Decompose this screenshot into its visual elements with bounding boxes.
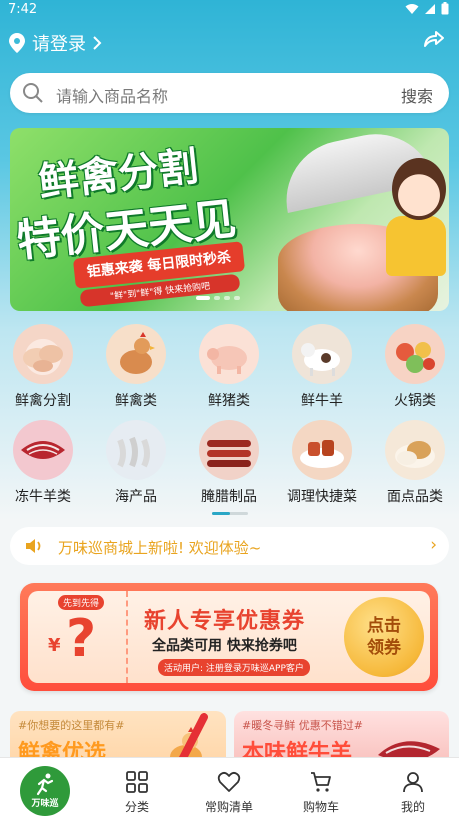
cart-icon — [311, 772, 331, 792]
promo-tagline: #暖冬寻鲜 优惠不错过# — [242, 719, 363, 732]
search-icon — [23, 83, 43, 103]
search-input[interactable]: 请输入商品名称 搜索 — [10, 73, 449, 113]
tab-label: 我的 — [400, 800, 425, 814]
category-page-indicator — [212, 512, 248, 515]
banner-dot — [234, 296, 240, 300]
chicken-parts-icon — [13, 324, 73, 384]
category-item-fresh-pork[interactable]: 鲜猪类 — [187, 324, 271, 410]
signal-icon — [425, 3, 435, 14]
location-pin-icon — [9, 33, 25, 53]
status-icons — [405, 2, 449, 15]
claim-coupon-label: 点击 领券 — [356, 615, 412, 659]
category-label: 鲜牛羊 — [301, 393, 343, 409]
category-label: 面点品类 — [387, 489, 443, 505]
login-text: 请登录 — [32, 34, 86, 55]
status-bar: 7:42 — [0, 0, 459, 20]
tab-favorites[interactable]: 常购清单 — [183, 758, 275, 819]
person-icon — [403, 772, 423, 793]
category-label: 腌腊制品 — [201, 489, 257, 505]
running-person-logo-icon — [36, 773, 54, 796]
chevron-right-icon — [93, 36, 102, 50]
coupon-note: 活动用户: 注册登录万味巡APP客户 — [158, 659, 310, 676]
claim-coupon-button[interactable]: 点击 领券 — [344, 597, 424, 677]
tab-cart[interactable]: 购物车 — [275, 758, 367, 819]
speaker-icon — [26, 539, 41, 553]
category-item-hotpot[interactable]: 火锅类 — [373, 324, 457, 410]
announcement-bar[interactable]: 万味巡商城上新啦! 欢迎体验~ › — [10, 527, 449, 565]
share-icon — [424, 31, 444, 47]
category-item-fresh-poultry-parts[interactable]: 鲜禽分割 — [1, 324, 85, 410]
claim-coupon-line1: 点击 — [367, 616, 401, 636]
category-label: 鲜猪类 — [208, 393, 250, 409]
coupon-title: 新人专享优惠券 — [144, 609, 306, 634]
home-logo-label: 万味巡 — [31, 799, 59, 809]
banner-dot-active — [196, 296, 210, 300]
top-bar: 请登录 — [0, 24, 459, 58]
announcement-text: 万味巡商城上新啦! 欢迎体验~ — [58, 539, 262, 557]
coupon-value-area: 先到先得 ¥ ? — [28, 591, 128, 683]
girl-illustration-head — [392, 158, 446, 220]
shrimp-icon — [106, 420, 166, 480]
category-label: 鲜禽类 — [115, 393, 157, 409]
battery-icon — [441, 2, 449, 15]
category-label: 海产品 — [115, 489, 157, 505]
pig-icon — [199, 324, 259, 384]
coupon-mystery-value: ? — [66, 609, 97, 669]
tab-category[interactable]: 分类 — [91, 758, 183, 819]
status-time: 7:42 — [8, 2, 38, 17]
tab-label: 分类 — [124, 800, 149, 814]
banner-dot — [214, 296, 220, 300]
banner-dot — [224, 296, 230, 300]
prepared-dish-icon — [292, 420, 352, 480]
promo-banner[interactable]: 鲜禽分割 特价天天见 钜惠来袭 每日限时秒杀 "鲜"到"鲜"得 快来抢购吧 — [10, 128, 449, 311]
hotpot-icon — [385, 324, 445, 384]
claim-coupon-line2: 领券 — [367, 638, 401, 658]
category-item-fresh-poultry[interactable]: 鲜禽类 — [94, 324, 178, 410]
coupon-inner: 先到先得 ¥ ? 新人专享优惠券 全品类可用 快来抢券吧 活动用户: 注册登录万… — [28, 591, 430, 683]
tab-label: 购物车 — [302, 800, 339, 814]
girl-illustration-body — [386, 216, 446, 276]
frozen-meat-icon — [13, 420, 73, 480]
promo-tagline: #你想要的这里都有# — [18, 719, 125, 732]
category-item-pastry[interactable]: 面点品类 — [373, 420, 457, 506]
tab-profile[interactable]: 我的 — [367, 758, 459, 819]
chicken-icon — [106, 324, 166, 384]
banner-pagination — [196, 296, 240, 300]
login-location-button[interactable]: 请登录 — [8, 30, 102, 56]
pastry-icon — [385, 420, 445, 480]
coupon-subtitle: 全品类可用 快来抢券吧 — [152, 638, 297, 654]
search-button[interactable]: 搜索 — [401, 83, 433, 107]
heart-icon — [217, 771, 241, 792]
category-item-prepared-dishes[interactable]: 调理快捷菜 — [280, 420, 364, 506]
category-label: 火锅类 — [394, 393, 436, 409]
cattle-icon — [292, 324, 352, 384]
category-label: 冻牛羊类 — [15, 489, 71, 505]
chevron-right-icon: › — [430, 535, 437, 555]
category-item-fresh-beef-lamb[interactable]: 鲜牛羊 — [280, 324, 364, 410]
category-item-cured-meats[interactable]: 腌腊制品 — [187, 420, 271, 506]
category-grid-icon — [126, 771, 148, 793]
category-item-frozen-beef-lamb[interactable]: 冻牛羊类 — [1, 420, 85, 506]
tab-label: 常购清单 — [204, 800, 253, 814]
search-placeholder: 请输入商品名称 — [56, 87, 169, 106]
sausage-icon — [199, 420, 259, 480]
share-button[interactable] — [423, 30, 445, 52]
category-label: 调理快捷菜 — [287, 489, 357, 505]
home-logo-button[interactable]: 万味巡 — [20, 766, 70, 816]
new-user-coupon-card[interactable]: 先到先得 ¥ ? 新人专享优惠券 全品类可用 快来抢券吧 活动用户: 注册登录万… — [20, 583, 438, 691]
category-item-seafood[interactable]: 海产品 — [94, 420, 178, 506]
wifi-icon — [405, 3, 419, 14]
category-label: 鲜禽分割 — [15, 393, 71, 409]
coupon-currency: ¥ — [48, 635, 61, 656]
coupon-tag: 先到先得 — [58, 595, 105, 610]
